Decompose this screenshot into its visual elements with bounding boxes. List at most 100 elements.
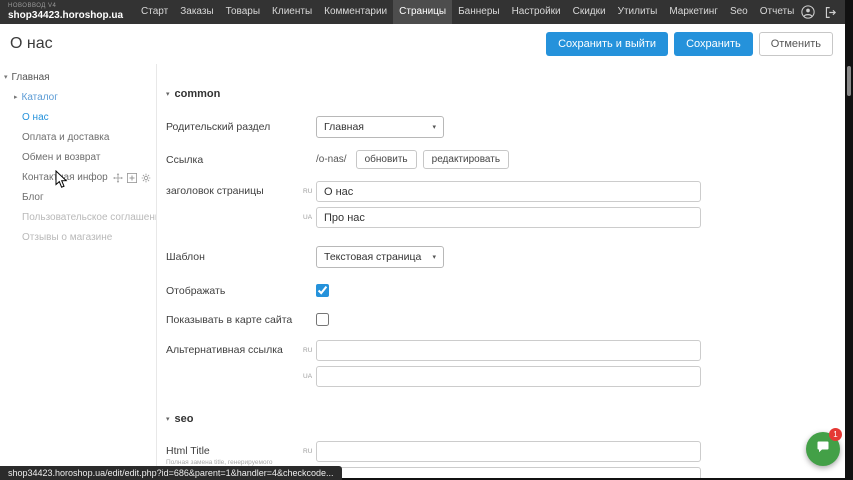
tree-item-label: Пользовательское соглашение	[22, 208, 157, 228]
chevron-down-icon: ▾	[4, 68, 8, 88]
html-title-ru-input[interactable]	[316, 441, 701, 462]
tree-item-label: Контактная инфор	[22, 168, 108, 188]
field-label: Html Title	[166, 445, 303, 457]
sidebar-item-home[interactable]: ▾ Главная	[0, 68, 156, 88]
delete-trash-icon[interactable]	[155, 173, 157, 183]
add-subpage-icon[interactable]	[127, 173, 137, 183]
tree-item-label: Каталог	[22, 88, 58, 108]
edit-link-button[interactable]: редактировать	[423, 150, 509, 169]
sidebar-item-blog[interactable]: Блог	[0, 188, 156, 208]
main-menu: Старт Заказы Товары Клиенты Комментарии …	[135, 0, 800, 24]
logo-domain: shop34423.horoshop.ua	[8, 11, 123, 21]
display-row: Отображать	[166, 284, 843, 297]
tree-item-label: Блог	[22, 188, 44, 208]
tree-item-label: Обмен и возврат	[22, 148, 100, 168]
update-link-button[interactable]: обновить	[356, 150, 417, 169]
alt-link-row: Альтернативная ссылка RU UA	[166, 340, 843, 387]
template-row: Шаблон Текстовая страница ▾	[166, 246, 843, 268]
field-label: Шаблон	[166, 251, 303, 263]
sidebar-item-payment-delivery[interactable]: Оплата и доставка	[0, 128, 156, 148]
display-checkbox[interactable]	[316, 284, 329, 297]
menu-item-reports[interactable]: Отчеты	[754, 0, 801, 24]
chevron-down-icon: ▾	[432, 253, 436, 261]
section-title: seo	[175, 413, 194, 425]
chevron-down-icon: ▾	[166, 415, 170, 423]
chevron-down-icon: ▾	[432, 123, 436, 131]
page-tree-sidebar: ▾ Главная ▸ Каталог О нас Оплата и доста…	[0, 64, 157, 480]
template-select[interactable]: Текстовая страница ▾	[316, 246, 444, 268]
header-actions: Сохранить и выйти Сохранить Отменить	[546, 32, 833, 56]
tree-item-label: Отзывы о магазине	[22, 228, 112, 248]
chevron-right-icon: ▸	[14, 88, 18, 108]
menu-item-pages[interactable]: Страницы	[393, 0, 452, 24]
sidebar-item-contact-info[interactable]: Контактная инфор	[0, 168, 156, 188]
link-row: Ссылка /o-nas/ обновить редактировать	[166, 150, 843, 169]
settings-gear-icon[interactable]	[141, 173, 151, 183]
parent-section-select[interactable]: Главная ▾	[316, 116, 444, 138]
menu-item-utilities[interactable]: Утилиты	[612, 0, 664, 24]
sitemap-row: Показывать в карте сайта	[166, 313, 843, 326]
section-title: common	[175, 88, 221, 100]
menu-item-settings[interactable]: Настройки	[506, 0, 567, 24]
lang-ru-label: RU	[303, 448, 316, 455]
menu-item-discounts[interactable]: Скидки	[567, 0, 612, 24]
field-label: Отображать	[166, 285, 303, 297]
tree-item-actions	[113, 173, 157, 183]
move-icon[interactable]	[113, 173, 123, 183]
sidebar-item-catalog[interactable]: ▸ Каталог	[0, 88, 156, 108]
field-label: Альтернативная ссылка	[166, 340, 303, 356]
lang-ru-label: RU	[303, 347, 316, 354]
tree-item-label: Главная	[12, 68, 50, 88]
chevron-down-icon: ▾	[166, 90, 170, 98]
save-and-exit-button[interactable]: Сохранить и выйти	[546, 32, 668, 56]
lang-ua-label: UA	[303, 373, 316, 380]
section-common[interactable]: ▾ common	[166, 88, 843, 100]
menu-item-banners[interactable]: Баннеры	[452, 0, 505, 24]
select-value: Главная	[324, 121, 364, 133]
field-label: Показывать в карте сайта	[166, 314, 303, 326]
lang-ru-label: RU	[303, 188, 316, 195]
tree-item-label: Оплата и доставка	[22, 128, 109, 148]
field-label: Родительский раздел	[166, 121, 303, 133]
tree-item-label: О нас	[22, 108, 49, 128]
parent-section-row: Родительский раздел Главная ▾	[166, 116, 843, 138]
field-label: Ссылка	[166, 154, 303, 166]
field-label: заголовок страницы	[166, 181, 303, 197]
alt-link-ru-input[interactable]	[316, 340, 701, 361]
menu-item-seo[interactable]: Seo	[724, 0, 754, 24]
chat-widget-button[interactable]: 1	[806, 432, 840, 466]
page-title-ua-input[interactable]	[316, 207, 701, 228]
scrollbar-thumb[interactable]	[847, 66, 851, 96]
menu-item-orders[interactable]: Заказы	[174, 0, 219, 24]
menu-item-products[interactable]: Товары	[220, 0, 266, 24]
lang-ua-label: UA	[303, 214, 316, 221]
logo-version-label: НОВОВВОД V4	[8, 3, 123, 9]
alt-link-ua-input[interactable]	[316, 366, 701, 387]
logo[interactable]: НОВОВВОД V4 shop34423.horoshop.ua	[0, 3, 135, 21]
menu-item-marketing[interactable]: Маркетинг	[663, 0, 724, 24]
select-value: Текстовая страница	[324, 251, 421, 263]
logout-icon[interactable]	[824, 6, 837, 19]
cancel-button[interactable]: Отменить	[759, 32, 833, 56]
top-navigation-bar: НОВОВВОД V4 shop34423.horoshop.ua Старт …	[0, 0, 853, 24]
user-account-icon[interactable]	[801, 5, 815, 19]
browser-status-url: shop34423.horoshop.ua/edit/edit.php?id=6…	[0, 466, 342, 480]
menu-item-start[interactable]: Старт	[135, 0, 174, 24]
section-seo[interactable]: ▾ seo	[166, 413, 843, 425]
sidebar-item-store-reviews[interactable]: Отзывы о магазине	[0, 228, 156, 248]
page-url-value: /o-nas/	[316, 154, 347, 165]
page-title: О нас	[10, 35, 53, 53]
menu-item-comments[interactable]: Комментарии	[318, 0, 393, 24]
page-title-row: заголовок страницы RU UA	[166, 181, 843, 228]
page-header: О нас Сохранить и выйти Сохранить Отмени…	[0, 24, 845, 64]
menu-item-clients[interactable]: Клиенты	[266, 0, 318, 24]
chat-bubble-icon	[815, 439, 831, 460]
sidebar-item-about[interactable]: О нас	[0, 108, 156, 128]
page-title-ru-input[interactable]	[316, 181, 701, 202]
page-edit-form: ▾ common Родительский раздел Главная ▾ С…	[158, 64, 843, 480]
save-button[interactable]: Сохранить	[674, 32, 753, 56]
sitemap-checkbox[interactable]	[316, 313, 329, 326]
sidebar-item-exchange-return[interactable]: Обмен и возврат	[0, 148, 156, 168]
sidebar-item-user-agreement[interactable]: Пользовательское соглашение	[0, 208, 156, 228]
chat-unread-badge: 1	[829, 428, 842, 441]
